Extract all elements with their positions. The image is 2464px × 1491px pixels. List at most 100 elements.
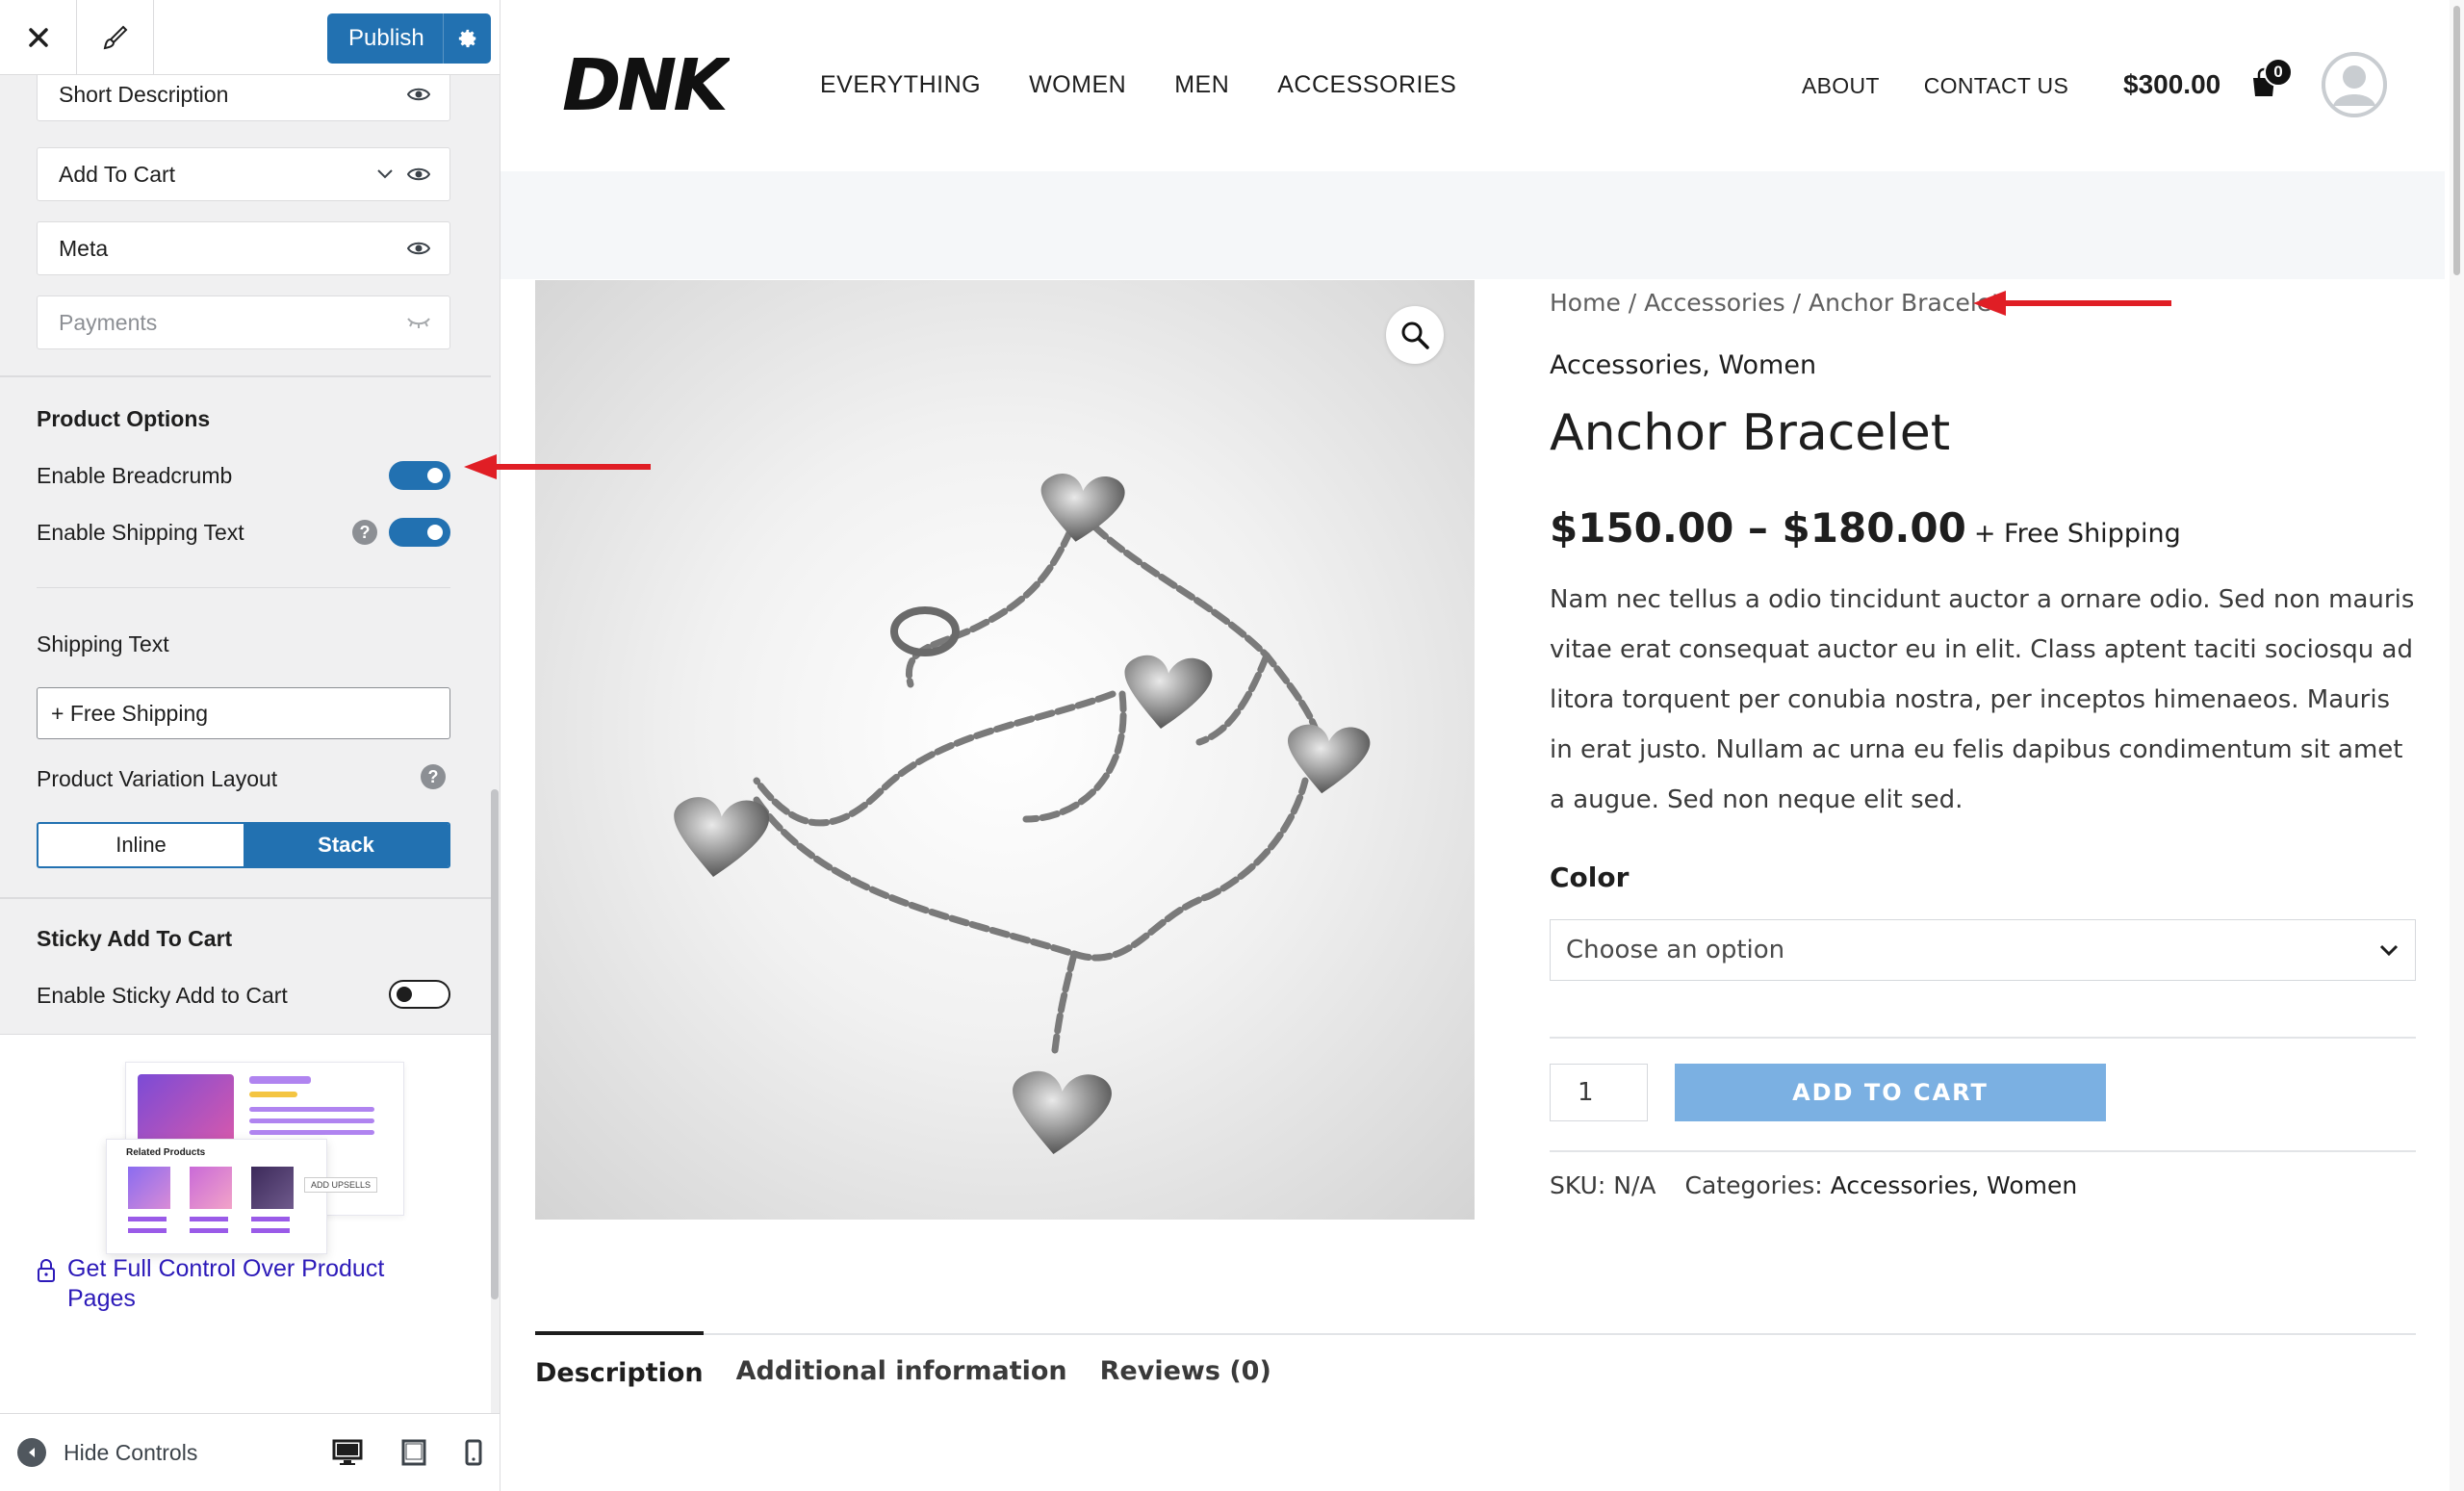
related-products-card: Related Products [106, 1139, 327, 1254]
desktop-icon[interactable] [332, 1439, 363, 1466]
related-thumb [190, 1167, 232, 1209]
color-select[interactable]: Choose an option [1550, 919, 2416, 981]
related-thumb [251, 1167, 294, 1209]
close-customizer-button[interactable] [0, 0, 77, 75]
product-image[interactable] [535, 280, 1475, 1220]
preview-scrollbar[interactable] [2450, 0, 2464, 1491]
layout-inline-button[interactable]: Inline [38, 824, 244, 866]
categories-value[interactable]: Accessories, Women [1831, 1171, 2078, 1199]
breadcrumb-separator: / [1792, 289, 1809, 317]
tab-additional-information[interactable]: Additional information [736, 1333, 1067, 1388]
nav-item-men[interactable]: MEN [1174, 71, 1229, 99]
color-select-value: Choose an option [1566, 936, 1785, 964]
customizer-header: Publish [0, 0, 500, 75]
dnk-logo-icon: DNK [562, 44, 736, 127]
brush-icon [103, 25, 127, 50]
product-options-title: Product Options [37, 406, 211, 431]
nav-item-everything[interactable]: EVERYTHING [820, 71, 981, 99]
tab-description[interactable]: Description [535, 1331, 704, 1388]
annotation-arrow-toggle [464, 454, 651, 479]
upsell-illustration: Related Products ADD UPSELLS [106, 1062, 404, 1254]
close-icon [28, 28, 48, 47]
product-tabs: Description Additional information Revie… [535, 1331, 1271, 1388]
divider [37, 587, 450, 588]
layout-stack-button[interactable]: Stack [244, 824, 449, 866]
sku-label: SKU: [1550, 1171, 1606, 1199]
tab-reviews[interactable]: Reviews (0) [1100, 1333, 1271, 1388]
text-placeholder [251, 1228, 290, 1233]
cart-total[interactable]: $300.00 [2123, 69, 2220, 100]
element-payments[interactable]: Payments [37, 296, 450, 349]
text-placeholder [128, 1228, 167, 1233]
text-placeholder [249, 1076, 311, 1084]
related-products-label: Related Products [126, 1147, 206, 1158]
add-upsells-badge: ADD UPSELLS [304, 1177, 378, 1193]
element-meta[interactable]: Meta [37, 221, 450, 275]
enable-breadcrumb-toggle[interactable] [389, 461, 450, 490]
text-placeholder [251, 1217, 290, 1221]
pro-link-text: Get Full Control Over Product Pages [67, 1255, 385, 1313]
customizer-panel: Publish Short Description Add To Cart Me… [0, 0, 500, 1491]
shipping-text-input[interactable] [37, 687, 450, 739]
zoom-button[interactable] [1386, 306, 1444, 364]
breadcrumb-accessories[interactable]: Accessories [1644, 289, 1785, 317]
site-header: DNK EVERYTHING WOMEN MEN ACCESSORIES ABO… [500, 0, 2464, 171]
sku-value: N/A [1613, 1171, 1656, 1199]
product-categories[interactable]: Accessories, Women [1550, 350, 1816, 380]
logo-text: DNK [562, 48, 730, 119]
chevron-down-icon [2379, 944, 2399, 957]
panel-scrollbar[interactable] [491, 789, 499, 1299]
text-placeholder [249, 1118, 374, 1123]
divider [1550, 1037, 2416, 1039]
text-placeholder [249, 1130, 374, 1135]
eye-icon[interactable] [407, 87, 430, 102]
nav-item-about[interactable]: ABOUT [1802, 73, 1880, 99]
text-placeholder [128, 1217, 167, 1221]
bracelet-illustration [674, 474, 1371, 1154]
element-add-to-cart[interactable]: Add To Cart [37, 147, 450, 201]
product-meta: SKU: N/A Categories: Accessories, Women [1550, 1171, 2077, 1199]
publish-settings-button[interactable] [443, 13, 491, 64]
lock-icon [38, 1259, 55, 1282]
breadcrumb-home[interactable]: Home [1550, 289, 1621, 317]
magnifier-icon [1401, 321, 1429, 349]
rating-placeholder [249, 1092, 297, 1097]
quantity-input[interactable]: 1 [1550, 1064, 1648, 1121]
element-label: Meta [59, 235, 109, 261]
customizer-body: Short Description Add To Cart Meta Payme… [0, 75, 491, 1413]
eye-closed-icon[interactable] [407, 316, 430, 329]
text-placeholder [190, 1228, 228, 1233]
breadcrumb: Home / Accessories / Anchor Bracelet [1550, 289, 2001, 317]
add-to-cart-button[interactable]: ADD TO CART [1675, 1064, 2106, 1121]
section-divider [0, 897, 491, 899]
eye-icon[interactable] [407, 241, 430, 256]
tablet-icon[interactable] [401, 1439, 426, 1466]
enable-shipping-text-toggle[interactable] [389, 518, 450, 547]
user-avatar[interactable] [2322, 52, 2387, 117]
enable-sticky-toggle[interactable] [389, 980, 450, 1009]
breadcrumb-separator: / [1628, 289, 1645, 317]
chevron-down-icon[interactable] [376, 168, 394, 180]
variation-layout-buttons: Inline Stack [37, 822, 450, 868]
nav-item-contact[interactable]: CONTACT US [1924, 73, 2068, 99]
site-logo[interactable]: DNK [560, 44, 736, 127]
main-navigation: EVERYTHING WOMEN MEN ACCESSORIES [820, 71, 1456, 99]
content-top-spacer [500, 171, 2445, 279]
customize-style-button[interactable] [77, 0, 154, 75]
shipping-text: + Free Shipping [1973, 519, 2181, 549]
hide-controls-button[interactable]: Hide Controls [17, 1438, 332, 1467]
pro-upgrade-link[interactable]: Get Full Control Over Product Pages [37, 1254, 450, 1315]
nav-item-women[interactable]: WOMEN [1029, 71, 1126, 99]
cart-count-badge: 0 [2264, 58, 2293, 87]
mobile-icon[interactable] [465, 1439, 482, 1466]
site-preview: DNK EVERYTHING WOMEN MEN ACCESSORIES ABO… [500, 0, 2464, 1491]
gear-icon [458, 29, 475, 48]
nav-item-accessories[interactable]: ACCESSORIES [1277, 71, 1456, 99]
element-short-description[interactable]: Short Description [37, 75, 450, 121]
help-icon[interactable]: ? [421, 764, 446, 789]
element-label: Short Description [59, 81, 229, 107]
publish-button[interactable]: Publish [327, 13, 491, 64]
section-divider [0, 375, 491, 377]
help-icon[interactable]: ? [352, 520, 377, 545]
eye-icon[interactable] [407, 167, 430, 182]
